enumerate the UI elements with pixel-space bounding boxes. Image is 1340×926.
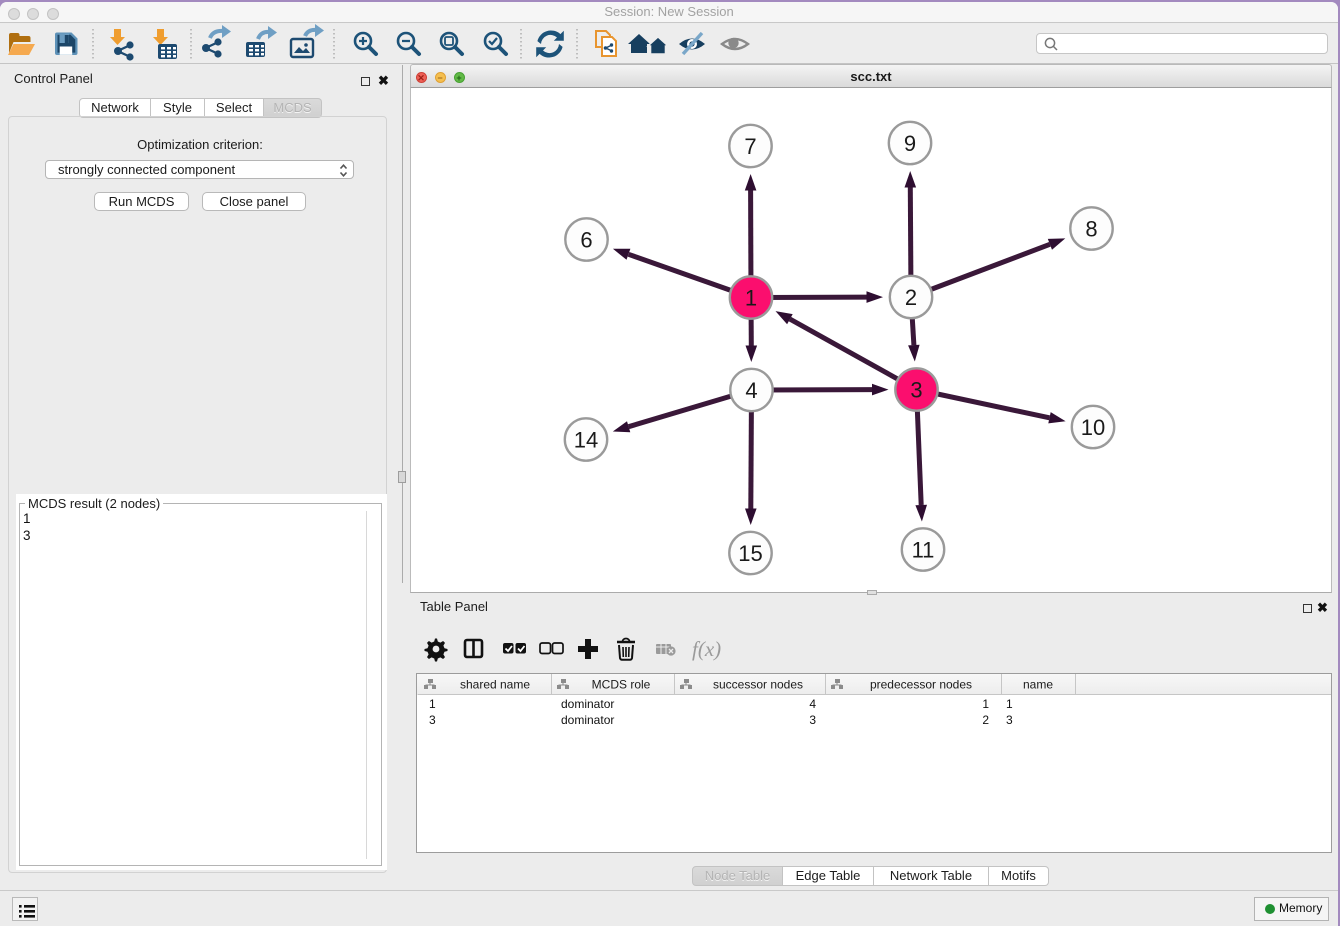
svg-text:successor nodes: successor nodes (713, 678, 803, 692)
svg-text:2: 2 (905, 285, 917, 310)
svg-text:shared name: shared name (460, 678, 530, 692)
svg-text:name: name (1023, 678, 1053, 692)
svg-text:9: 9 (904, 131, 916, 156)
svg-text:predecessor nodes: predecessor nodes (870, 678, 972, 692)
svg-text:11: 11 (912, 538, 935, 563)
svg-text:10: 10 (1081, 415, 1105, 440)
svg-text:14: 14 (574, 428, 598, 453)
svg-text:7: 7 (744, 134, 756, 159)
svg-text:f(x): f(x) (692, 637, 721, 661)
svg-text:8: 8 (1085, 217, 1097, 242)
svg-text:15: 15 (738, 541, 762, 566)
svg-text:3: 3 (910, 378, 922, 403)
svg-text:6: 6 (580, 228, 592, 253)
svg-text:MCDS role: MCDS role (592, 678, 651, 692)
svg-text:1: 1 (745, 286, 757, 311)
svg-text:4: 4 (745, 378, 757, 403)
